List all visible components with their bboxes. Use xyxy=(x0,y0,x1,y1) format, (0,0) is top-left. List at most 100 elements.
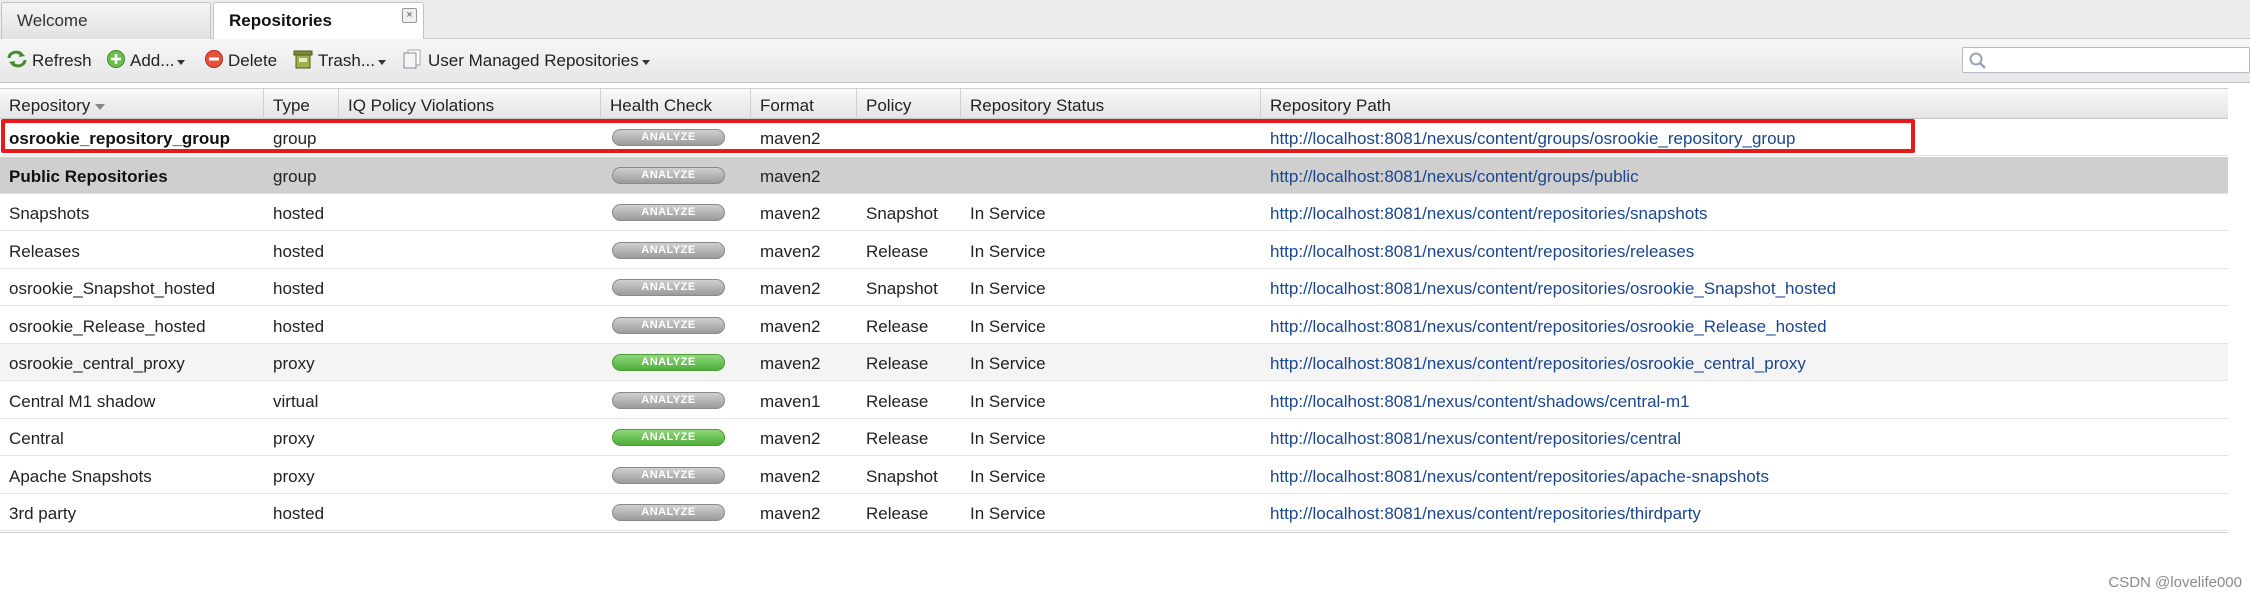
cell-repository-status-text: In Service xyxy=(970,354,1046,373)
refresh-label: Refresh xyxy=(32,51,92,70)
table-row[interactable]: Public Repositories group ANALYZE maven2 htt… xyxy=(0,156,2228,194)
cell-repository-path-text[interactable]: http://localhost:8081/nexus/content/shad… xyxy=(1270,392,1690,411)
cell-repository-path-text[interactable]: http://localhost:8081/nexus/content/repo… xyxy=(1270,504,1701,523)
search-input[interactable] xyxy=(1991,50,2245,72)
table-row[interactable]: Central proxy ANALYZE maven2 Release In Servi… xyxy=(0,419,2228,456)
analyze-button[interactable]: ANALYZE xyxy=(612,204,725,221)
analyze-button[interactable]: ANALYZE xyxy=(612,166,725,184)
cell-repository-path[interactable]: http://localhost:8081/nexus/content/grou… xyxy=(1261,119,2228,155)
cell-iq-policy-violations xyxy=(339,232,601,268)
cell-health-check: ANALYZE xyxy=(601,119,751,155)
column-label: Health Check xyxy=(610,96,713,115)
column-header-format[interactable]: Format xyxy=(751,89,857,119)
analyze-button[interactable]: ANALYZE xyxy=(612,354,725,371)
analyze-button[interactable]: ANALYZE xyxy=(612,429,725,446)
cell-repository-path[interactable]: http://localhost:8081/nexus/content/grou… xyxy=(1261,157,2228,193)
add-button[interactable]: Add... xyxy=(106,49,186,72)
cell-repository-status-text: In Service xyxy=(970,204,1046,223)
cell-policy xyxy=(857,119,961,155)
search-field[interactable] xyxy=(1962,47,2250,73)
cell-repository-path-text[interactable]: http://localhost:8081/nexus/content/repo… xyxy=(1270,279,1836,298)
cell-iq-policy-violations xyxy=(339,382,601,418)
cell-repository-text: 3rd party xyxy=(9,504,77,523)
cell-repository-path[interactable]: http://localhost:8081/nexus/content/repo… xyxy=(1261,419,2228,455)
column-label: Type xyxy=(273,96,310,115)
analyze-button[interactable]: ANALYZE xyxy=(612,241,725,259)
cell-policy: Release xyxy=(857,382,961,418)
cell-repository-path-text[interactable]: http://localhost:8081/nexus/content/grou… xyxy=(1270,129,1795,148)
cell-policy-text: Snapshot xyxy=(866,204,938,223)
cell-repository-text: Snapshots xyxy=(9,204,90,223)
cell-iq-policy-violations xyxy=(339,344,601,380)
tab-repositories[interactable]: Repositories × xyxy=(213,2,424,40)
refresh-button[interactable]: Refresh xyxy=(6,50,92,72)
cell-repository-text: osrookie_central_proxy xyxy=(9,354,185,373)
cell-repository-status: In Service xyxy=(961,382,1261,418)
column-header-repository[interactable]: Repository xyxy=(0,89,264,119)
column-header-repository-status[interactable]: Repository Status xyxy=(961,89,1261,119)
cell-repository-path[interactable]: http://localhost:8081/nexus/content/repo… xyxy=(1261,457,2228,493)
cell-repository-path[interactable]: http://localhost:8081/nexus/content/repo… xyxy=(1261,307,2228,343)
table-row[interactable]: Central M1 shadow virtual ANALYZE maven1 Rel… xyxy=(0,382,2228,419)
grid-bottom-border xyxy=(0,532,2228,533)
cell-repository-path-text[interactable]: http://localhost:8081/nexus/content/repo… xyxy=(1270,204,1708,223)
analyze-button[interactable]: ANALYZE xyxy=(612,316,725,334)
tab-welcome[interactable]: Welcome xyxy=(1,2,211,39)
cell-type: hosted xyxy=(264,269,339,305)
cell-repository: osrookie_Release_hosted xyxy=(0,307,264,343)
table-row[interactable]: 3rd party hosted ANALYZE maven2 Release In Se… xyxy=(0,494,2228,531)
cell-type: proxy xyxy=(264,344,339,380)
cell-repository-status-text: In Service xyxy=(970,316,1046,336)
cell-health-check: ANALYZE xyxy=(601,457,751,493)
cell-format-text: maven2 xyxy=(760,429,821,448)
analyze-button[interactable]: ANALYZE xyxy=(612,279,725,296)
table-row[interactable]: Apache Snapshots proxy ANALYZE maven2 Snapsh… xyxy=(0,457,2228,494)
cell-format-text: maven2 xyxy=(760,129,821,148)
cell-type-text: hosted xyxy=(273,279,325,298)
table-row[interactable]: osrookie_central_proxy proxy ANALYZE maven2… xyxy=(0,344,2228,381)
cell-repository-path-text[interactable]: http://localhost:8081/nexus/content/repo… xyxy=(1270,429,1681,448)
column-header-type[interactable]: Type xyxy=(264,89,339,119)
cell-format: maven2 xyxy=(751,457,857,493)
cell-repository-text: Public Repositories xyxy=(9,166,168,186)
cell-repository-path[interactable]: http://localhost:8081/nexus/content/repo… xyxy=(1261,269,2228,305)
cell-format: maven2 xyxy=(751,157,857,193)
delete-button[interactable]: Delete xyxy=(204,49,277,72)
trash-button[interactable]: Trash... xyxy=(292,50,386,72)
cell-format-text: maven2 xyxy=(760,354,821,373)
cell-format: maven2 xyxy=(751,119,857,155)
table-row[interactable]: osrookie_repository_group group ANALYZE mav… xyxy=(0,119,2228,156)
cell-repository-path[interactable]: http://localhost:8081/nexus/content/repo… xyxy=(1261,232,2228,268)
cell-repository-path-text[interactable]: http://localhost:8081/nexus/content/repo… xyxy=(1270,467,1769,486)
cell-type: proxy xyxy=(264,419,339,455)
cell-repository-path[interactable]: http://localhost:8081/nexus/content/shad… xyxy=(1261,382,2228,418)
column-header-iq-policy-violations[interactable]: IQ Policy Violations xyxy=(339,89,601,119)
analyze-button[interactable]: ANALYZE xyxy=(612,391,725,409)
analyze-button[interactable]: ANALYZE xyxy=(612,466,725,484)
cell-repository-path-text[interactable]: http://localhost:8081/nexus/content/repo… xyxy=(1270,354,1806,373)
cell-repository-path[interactable]: http://localhost:8081/nexus/content/repo… xyxy=(1261,194,2228,230)
user-managed-repositories-button[interactable]: User Managed Repositories xyxy=(402,49,650,72)
column-header-health-check[interactable]: Health Check xyxy=(601,89,751,119)
close-icon[interactable]: × xyxy=(402,8,417,23)
table-row[interactable]: osrookie_Snapshot_hosted hosted ANALYZE mav… xyxy=(0,269,2228,306)
table-row[interactable]: Snapshots hosted ANALYZE maven2 Snapshot In S… xyxy=(0,194,2228,231)
user-managed-label: User Managed Repositories xyxy=(428,51,639,70)
table-row[interactable]: Releases hosted ANALYZE maven2 Release In Ser… xyxy=(0,232,2228,269)
analyze-button[interactable]: ANALYZE xyxy=(612,129,725,146)
cell-policy: Release xyxy=(857,419,961,455)
table-row[interactable]: osrookie_Release_hosted hosted ANALYZE mave… xyxy=(0,307,2228,344)
cell-repository-path[interactable]: http://localhost:8081/nexus/content/repo… xyxy=(1261,344,2228,380)
column-header-repository-path[interactable]: Repository Path xyxy=(1261,89,2228,119)
cell-repository-path-text[interactable]: http://localhost:8081/nexus/content/repo… xyxy=(1270,317,1827,336)
cell-repository-status: In Service xyxy=(961,307,1261,343)
cell-repository-path-text[interactable]: http://localhost:8081/nexus/content/repo… xyxy=(1270,242,1694,261)
cell-type-text: proxy xyxy=(273,466,315,486)
analyze-button[interactable]: ANALYZE xyxy=(612,504,725,521)
cell-repository-path[interactable]: http://localhost:8081/nexus/content/repo… xyxy=(1261,494,2228,530)
cell-repository-status: In Service xyxy=(961,494,1261,530)
column-header-policy[interactable]: Policy xyxy=(857,89,961,119)
cell-repository-path-text[interactable]: http://localhost:8081/nexus/content/grou… xyxy=(1270,167,1639,186)
column-label: IQ Policy Violations xyxy=(348,96,495,115)
cell-repository-text: osrookie_Snapshot_hosted xyxy=(9,279,216,298)
